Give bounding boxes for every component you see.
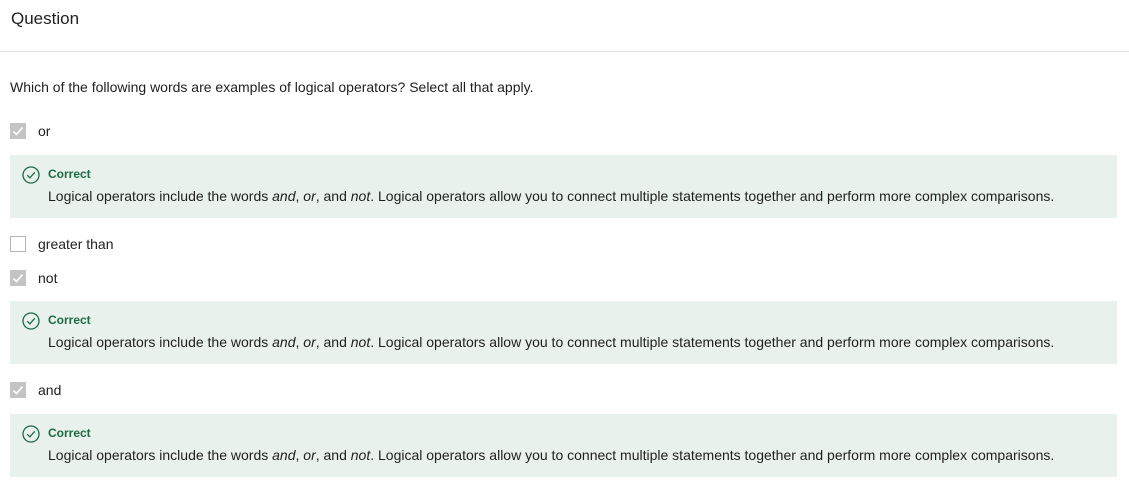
option-not[interactable]: not (10, 268, 57, 288)
checkmark-icon (12, 273, 24, 283)
option-greater-than[interactable]: greater than (10, 234, 114, 254)
option-and[interactable]: and (10, 380, 61, 400)
check-circle-icon (22, 425, 40, 443)
feedback-text: Logical operators include the words and,… (48, 188, 1055, 204)
feedback-panel: Correct Logical operators include the wo… (10, 301, 1117, 364)
check-circle-icon (22, 312, 40, 330)
feedback-status: Correct (48, 167, 91, 181)
feedback-status: Correct (48, 426, 91, 440)
check-circle-icon (22, 166, 40, 184)
feedback-text: Logical operators include the words and,… (48, 447, 1055, 463)
feedback-panel: Correct Logical operators include the wo… (10, 414, 1117, 477)
option-label: or (38, 123, 51, 139)
checkbox[interactable] (10, 270, 26, 286)
question-prompt: Which of the following words are example… (10, 79, 534, 95)
feedback-text: Logical operators include the words and,… (48, 334, 1055, 350)
checkmark-icon (12, 126, 24, 136)
option-label: greater than (38, 236, 114, 252)
checkmark-icon (12, 385, 24, 395)
checkbox[interactable] (10, 382, 26, 398)
feedback-status: Correct (48, 313, 91, 327)
feedback-panel: Correct Logical operators include the wo… (10, 155, 1117, 218)
option-or[interactable]: or (10, 121, 50, 141)
question-header: Question (0, 0, 1129, 52)
option-label: and (38, 382, 62, 398)
option-label: not (38, 270, 58, 286)
header-title: Question (11, 9, 80, 28)
checkbox[interactable] (10, 123, 26, 139)
checkbox[interactable] (10, 236, 26, 252)
